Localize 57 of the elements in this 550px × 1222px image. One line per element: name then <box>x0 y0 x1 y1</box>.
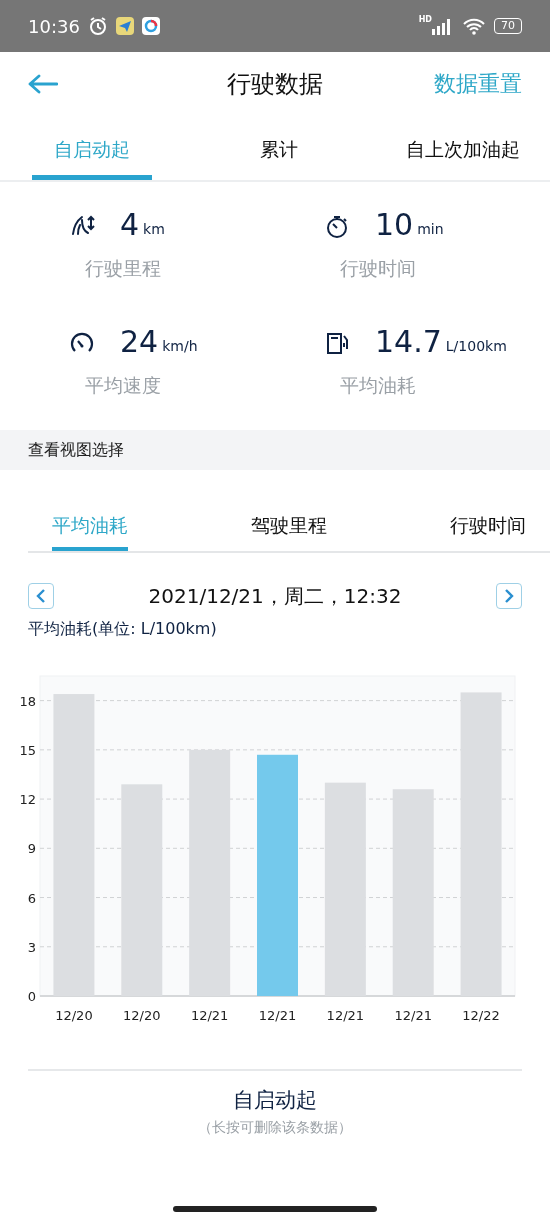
y-tick-label: 9 <box>27 841 36 857</box>
bar[interactable] <box>460 692 502 996</box>
stat-unit: km <box>143 220 165 239</box>
stat-value: 14.7 <box>375 327 442 357</box>
y-tick-label: 12 <box>19 792 36 808</box>
x-tick-label: 12/21 <box>326 1008 365 1023</box>
y-tick-label: 18 <box>19 693 36 709</box>
stat-label: 行驶时间 <box>340 256 416 281</box>
chevron-right-icon <box>504 589 514 603</box>
wifi-icon <box>462 17 486 35</box>
bar[interactable] <box>121 784 163 996</box>
stat-label: 平均速度 <box>85 373 161 398</box>
stat-value: 4 <box>120 210 140 240</box>
bar[interactable] <box>257 754 298 996</box>
date-label: 2021/12/21，周二，12:32 <box>148 583 402 610</box>
stat-value: 24 <box>120 327 159 357</box>
back-arrow-icon[interactable] <box>28 73 58 94</box>
app-icon <box>141 17 160 35</box>
clock-time: 10:36 <box>28 14 80 39</box>
y-tick-label: 3 <box>27 939 36 955</box>
section-header: 查看视图选择 <box>0 430 550 470</box>
x-tick-label: 12/20 <box>55 1008 93 1023</box>
y-tick-label: 15 <box>19 742 36 758</box>
page-title: 行驶数据 <box>227 69 323 98</box>
stat-unit: km/h <box>162 337 198 356</box>
footer-hint: （长按可删除该条数据） <box>198 1117 352 1137</box>
x-tick-label: 12/21 <box>258 1008 297 1023</box>
chart-unit-label: 平均油耗(单位: L/100km) <box>27 618 218 640</box>
x-tick-label: 12/22 <box>462 1008 500 1023</box>
tab[interactable]: 自上次加油起 <box>406 134 520 180</box>
home-indicator[interactable] <box>173 1206 377 1212</box>
x-tick-label: 12/20 <box>123 1008 161 1023</box>
tab[interactable]: 累计 <box>260 134 298 180</box>
x-tick-label: 12/21 <box>190 1008 229 1023</box>
stat-unit: L/100km <box>445 337 507 356</box>
previous-button[interactable] <box>28 583 54 609</box>
y-tick-label: 0 <box>27 989 36 1004</box>
footer-title: 自启动起 <box>233 1087 317 1114</box>
network-label: HD <box>418 14 432 26</box>
next-button[interactable] <box>496 583 522 609</box>
bar[interactable] <box>53 694 95 996</box>
bar[interactable] <box>392 789 434 996</box>
view-tab[interactable]: 行驶时间 <box>450 510 526 551</box>
alarm-icon <box>87 16 108 36</box>
stat-value: 10 <box>375 210 414 240</box>
chevron-left-icon <box>36 589 46 603</box>
app-icon <box>115 17 134 35</box>
stat-label: 平均油耗 <box>340 373 416 398</box>
y-tick-label: 6 <box>27 890 36 906</box>
battery-indicator: 70 <box>494 18 522 34</box>
fuel-pump-icon <box>325 331 351 357</box>
stat-label: 行驶里程 <box>85 256 161 281</box>
bar[interactable] <box>189 749 231 996</box>
view-tab[interactable]: 驾驶里程 <box>251 510 327 551</box>
x-tick-label: 12/21 <box>394 1008 432 1023</box>
bar[interactable] <box>324 782 366 996</box>
stat-unit: min <box>417 220 444 239</box>
